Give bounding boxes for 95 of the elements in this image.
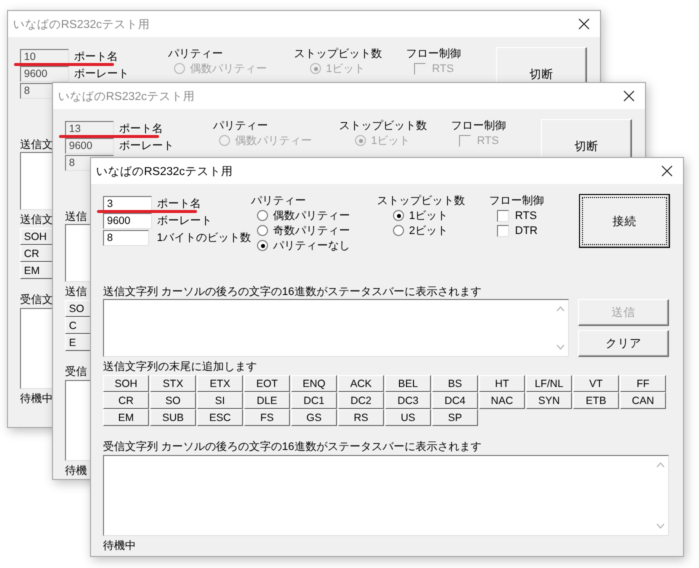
code-button[interactable]: HT <box>479 375 525 392</box>
code-button[interactable]: BS <box>432 375 478 392</box>
scroll-up-icon[interactable] <box>656 462 665 468</box>
code-button[interactable]: EM <box>103 409 149 426</box>
close-icon[interactable] <box>578 18 590 30</box>
scroll-down-icon[interactable] <box>556 344 565 350</box>
close-icon[interactable] <box>661 165 673 177</box>
text-area[interactable] <box>103 299 569 357</box>
option-label: 奇数パリティー <box>273 224 350 238</box>
code-button[interactable]: ETX <box>197 375 243 392</box>
code-button[interactable]: NAC <box>479 392 525 409</box>
code-button[interactable]: BEL <box>385 375 431 392</box>
code-button[interactable]: SOH <box>103 375 149 392</box>
field-label: 1バイトのビット数 <box>156 231 251 245</box>
code-button[interactable]: LF/NL <box>526 375 572 392</box>
radio-button[interactable] <box>393 225 404 236</box>
close-icon[interactable] <box>623 90 635 102</box>
option-label: 1ビット <box>409 209 448 223</box>
checkbox[interactable] <box>497 224 509 236</box>
code-button[interactable]: RS <box>338 409 384 426</box>
code-button[interactable]: DC3 <box>385 392 431 409</box>
connect-button[interactable]: 接続 <box>579 194 670 248</box>
option-label: RTS <box>477 134 499 146</box>
code-button[interactable]: STX <box>150 375 196 392</box>
section-label: 受信 <box>65 366 87 378</box>
field-label: ボーレート <box>119 139 174 153</box>
code-button[interactable]: VT <box>573 375 619 392</box>
scroll-up-icon[interactable] <box>556 306 565 312</box>
section-label: 受信文字列 カーソルの後ろの文字の16進数がステータスバーに表示されます <box>103 441 482 453</box>
section-label: 受信文 <box>20 294 53 306</box>
section-label: 送信 <box>65 286 87 298</box>
section-label: 送信文 <box>20 214 53 226</box>
code-button[interactable]: DC1 <box>291 392 337 409</box>
code-button[interactable]: ACK <box>338 375 384 392</box>
section-label: 送信文 <box>20 139 53 151</box>
field-label: ポート名 <box>119 122 163 136</box>
code-button[interactable]: FS <box>244 409 290 426</box>
input-field[interactable]: 9600 <box>103 212 152 228</box>
option-label: 偶数パリティー <box>235 134 312 148</box>
code-button[interactable]: FF <box>620 375 666 392</box>
status-text: 待機 <box>65 465 87 477</box>
code-button[interactable]: ESC <box>197 409 243 426</box>
code-button[interactable]: CR <box>103 392 149 409</box>
code-button[interactable]: DLE <box>244 392 290 409</box>
code-button[interactable]: SYN <box>526 392 572 409</box>
code-button[interactable]: SP <box>432 409 478 426</box>
option-label: RTS <box>515 210 537 222</box>
input-field[interactable]: 3 <box>103 196 152 212</box>
status-text: 待機中 <box>103 540 136 552</box>
field-label: ボーレート <box>74 67 129 81</box>
checkbox[interactable] <box>497 210 509 222</box>
code-button[interactable]: GS <box>291 409 337 426</box>
text-area[interactable] <box>103 455 669 536</box>
section-label: 送信 <box>65 211 87 223</box>
option-label: 1ビット <box>371 134 410 148</box>
group-label: フロー制御 <box>489 194 545 208</box>
code-button[interactable]: SO <box>150 392 196 409</box>
group-label: ストップビット数 <box>377 194 466 208</box>
code-button[interactable]: SUB <box>150 409 196 426</box>
clear-button[interactable]: クリア <box>578 330 669 357</box>
code-button[interactable]: SI <box>197 392 243 409</box>
code-button[interactable]: ETB <box>573 392 619 409</box>
group-label: パリティー <box>168 47 224 61</box>
radio-button[interactable] <box>257 225 268 236</box>
option-label: 偶数パリティー <box>190 62 267 76</box>
group-label: パリティー <box>251 194 307 208</box>
code-button[interactable]: CAN <box>620 392 666 409</box>
code-button[interactable]: DC2 <box>338 392 384 409</box>
group-label: ストップビット数 <box>294 47 383 61</box>
option-label: パリティーなし <box>273 239 350 253</box>
scroll-down-icon[interactable] <box>656 523 665 529</box>
group-label: フロー制御 <box>451 119 507 133</box>
section-label: 送信文字列 カーソルの後ろの文字の16進数がステータスバーに表示されます <box>103 286 482 298</box>
option-label: 2ビット <box>409 224 448 238</box>
option-label: DTR <box>515 224 538 236</box>
window-title: いなばのRS232cテスト用 <box>13 18 150 32</box>
radio-button[interactable] <box>257 240 268 251</box>
group-label: フロー制御 <box>406 47 462 61</box>
radio-button[interactable] <box>257 210 268 221</box>
group-label: ストップビット数 <box>339 119 428 133</box>
code-button[interactable]: US <box>385 409 431 426</box>
input-field[interactable]: 8 <box>103 230 149 246</box>
code-button[interactable]: DC4 <box>432 392 478 409</box>
code-button[interactable]: EOT <box>244 375 290 392</box>
field-label: ポート名 <box>74 50 118 64</box>
option-label: 1ビット <box>326 62 366 76</box>
option-label: RTS <box>432 62 454 74</box>
status-text: 待機中 <box>20 393 53 405</box>
code-button[interactable]: ENQ <box>291 375 337 392</box>
option-label: 偶数パリティー <box>273 209 350 223</box>
section-label: 送信文字列の末尾に追加します <box>103 361 257 373</box>
group-label: パリティー <box>213 119 269 133</box>
field-label: ポート名 <box>157 197 201 211</box>
field-label: ボーレート <box>157 214 212 228</box>
radio-button[interactable] <box>393 210 404 221</box>
